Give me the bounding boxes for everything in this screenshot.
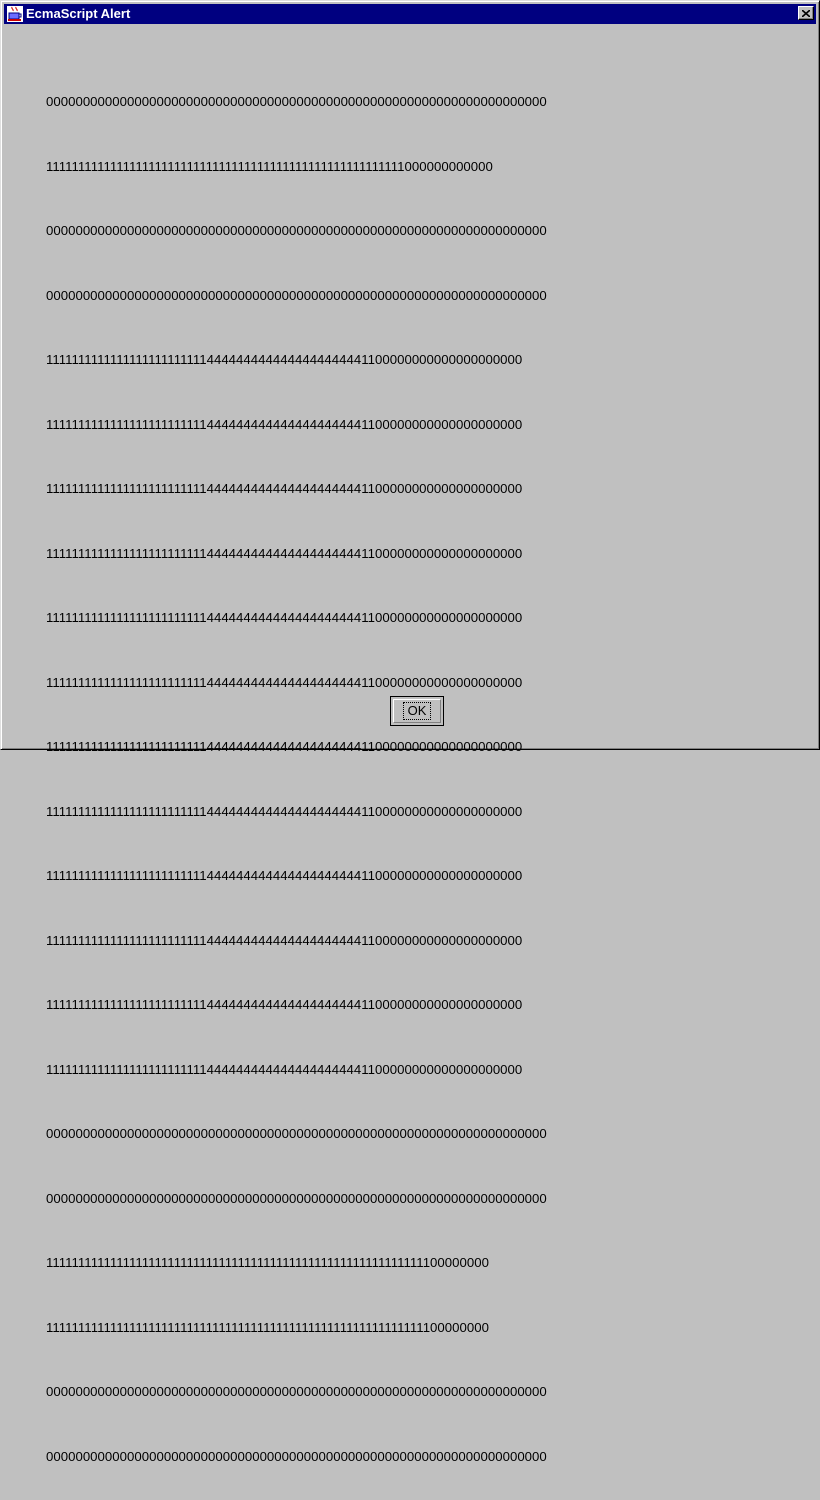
message-line: 0000000000000000000000000000000000000000… <box>46 1126 547 1141</box>
message-line: 1111111111111111111111111444444444444444… <box>46 803 523 819</box>
title-bar[interactable]: EcmaScript Alert <box>4 4 816 24</box>
window-title: EcmaScript Alert <box>26 6 131 21</box>
message-line: 1111111111111111111111111111111111111111… <box>46 1255 489 1270</box>
message-line: 1111111111111111111111111111111111111111… <box>46 158 493 174</box>
message-line: 0000000000000000000000000000000000000000… <box>46 1448 547 1464</box>
message-line: 1111111111111111111111111444444444444444… <box>46 1061 523 1077</box>
ok-button-label: OK <box>402 702 432 720</box>
ok-button[interactable]: OK <box>390 696 444 726</box>
message-line: 0000000000000000000000000000000000000000… <box>46 1384 547 1399</box>
message-line: 1111111111111111111111111444444444444444… <box>46 932 523 948</box>
message-line: 1111111111111111111111111444444444444444… <box>46 997 523 1012</box>
message-line: 0000000000000000000000000000000000000000… <box>46 94 547 109</box>
message-line: 0000000000000000000000000000000000000000… <box>46 223 547 238</box>
alert-dialog: EcmaScript Alert 00000000000000000000000… <box>0 0 820 1464</box>
ok-button-face: OK <box>393 699 441 723</box>
message-line: 1111111111111111111111111444444444444444… <box>46 481 523 496</box>
message-line: 0000000000000000000000000000000000000000… <box>46 1190 547 1206</box>
message-line: 1111111111111111111111111444444444444444… <box>46 545 523 561</box>
message-line: 1111111111111111111111111444444444444444… <box>46 352 523 367</box>
message-line: 1111111111111111111111111444444444444444… <box>46 674 523 690</box>
message-line: 1111111111111111111111111444444444444444… <box>46 868 523 883</box>
message-line: 1111111111111111111111111444444444444444… <box>46 739 523 754</box>
message-line: 1111111111111111111111111111111111111111… <box>46 1319 489 1335</box>
close-button[interactable] <box>798 6 814 20</box>
close-icon <box>802 9 810 17</box>
java-coffee-cup-icon <box>7 6 23 22</box>
message-line: 1111111111111111111111111444444444444444… <box>46 416 523 432</box>
message-line: 1111111111111111111111111444444444444444… <box>46 610 523 625</box>
alert-message: 0000000000000000000000000000000000000000… <box>46 48 816 1500</box>
message-line: 0000000000000000000000000000000000000000… <box>46 287 547 303</box>
